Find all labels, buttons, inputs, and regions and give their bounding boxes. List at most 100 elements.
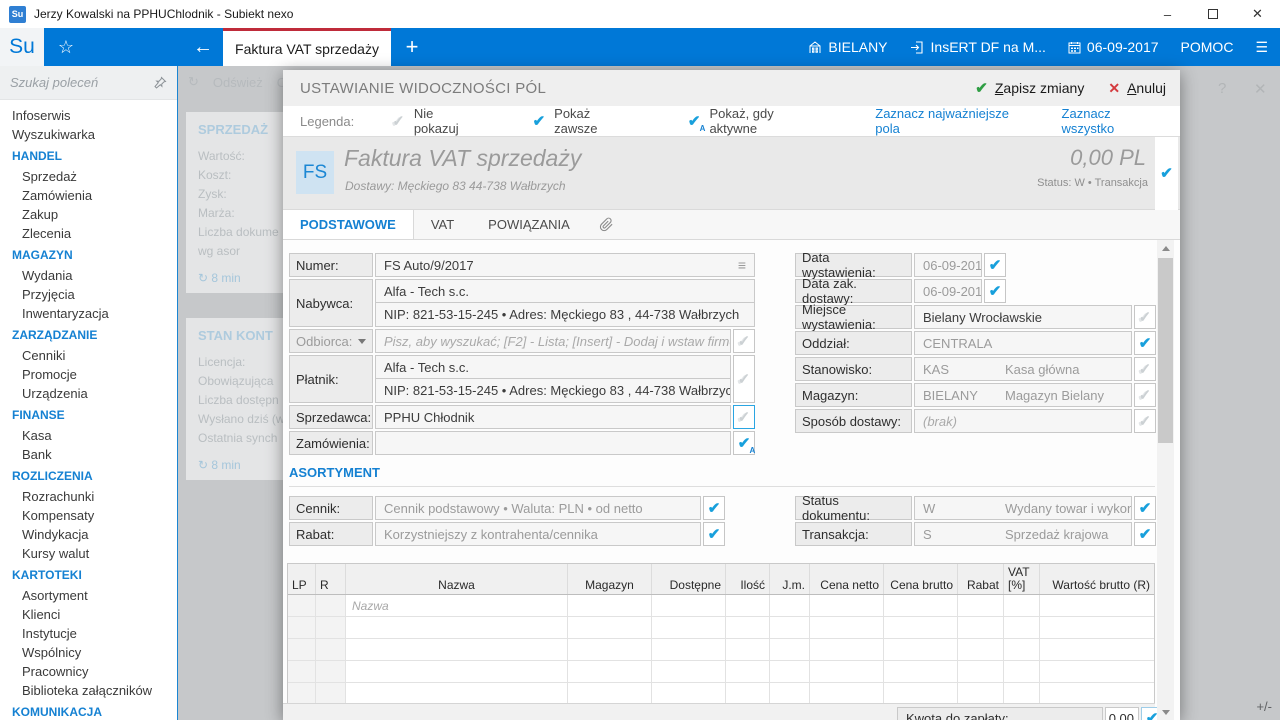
column-header-warto-brutto-r[interactable]: Wartość brutto (R) xyxy=(1040,564,1154,594)
column-header-j-m[interactable]: J.m. xyxy=(770,564,810,594)
sidebar-item-windykacja[interactable]: Windykacja xyxy=(0,525,177,544)
sidebar-item-sprzeda[interactable]: Sprzedaż xyxy=(0,167,177,186)
field-value-line1[interactable]: Alfa - Tech s.c. xyxy=(375,355,731,379)
visibility-checkbox[interactable]: ✓ xyxy=(1134,305,1156,329)
sidebar-item-klienci[interactable]: Klienci xyxy=(0,605,177,624)
sidebar-item-zlecenia[interactable]: Zlecenia xyxy=(0,224,177,243)
column-header-cena-netto[interactable]: Cena netto xyxy=(810,564,884,594)
sidebar-item-kursy-walut[interactable]: Kursy walut xyxy=(0,544,177,563)
visibility-checkbox[interactable]: ✔ xyxy=(1134,331,1156,355)
tab-powiazania[interactable]: POWIĄZANIA xyxy=(471,210,587,239)
field-menu-icon[interactable]: ≡ xyxy=(738,257,746,273)
field-value[interactable]: 06-09-2017 xyxy=(914,279,982,303)
scroll-up-icon[interactable] xyxy=(1157,240,1174,256)
close-button[interactable]: ✕ xyxy=(1235,0,1280,28)
back-arrow-icon[interactable]: ← xyxy=(183,28,223,66)
field-value[interactable]: BIELANYMagazyn Bielany xyxy=(914,383,1132,407)
tab-faktura-vat-sprzedazy[interactable]: Faktura VAT sprzedaży xyxy=(223,28,391,66)
sidebar-item-cenniki[interactable]: Cenniki xyxy=(0,346,177,365)
tab-podstawowe[interactable]: PODSTAWOWE xyxy=(283,210,414,239)
field-value[interactable]: FS Auto/9/2017≡ xyxy=(375,253,755,277)
command-search[interactable]: Szukaj poleceń xyxy=(0,66,177,100)
sidebar-item-urz-dzenia[interactable]: Urządzenia xyxy=(0,384,177,403)
sidebar-item-zakup[interactable]: Zakup xyxy=(0,205,177,224)
sidebar-item-biblioteka-za-cznik-w[interactable]: Biblioteka załączników xyxy=(0,681,177,700)
cancel-button[interactable]: ✕ Anuluj xyxy=(1108,80,1166,97)
tab-vat[interactable]: VAT xyxy=(414,210,471,239)
sidebar-item-kasa[interactable]: Kasa xyxy=(0,426,177,445)
field-value[interactable]: SSprzedaż krajowa xyxy=(914,522,1132,546)
visibility-checkbox[interactable]: ✓ xyxy=(733,405,755,429)
save-changes-button[interactable]: ✔ Zapisz zmiany xyxy=(975,79,1084,97)
column-header-rabat[interactable]: Rabat xyxy=(958,564,1004,594)
visibility-checkbox[interactable]: ✓ xyxy=(733,355,755,403)
sidebar-item-wydania[interactable]: Wydania xyxy=(0,266,177,285)
field-value[interactable]: Bielany Wrocławskie xyxy=(914,305,1132,329)
field-value-line1[interactable]: Alfa - Tech s.c. xyxy=(375,279,755,303)
column-header-nazwa[interactable]: Nazwa xyxy=(346,564,568,594)
visibility-checkbox[interactable]: ✔ xyxy=(703,496,725,520)
column-header-magazyn[interactable]: Magazyn xyxy=(568,564,652,594)
account-menu[interactable]: InsERT DF na M... xyxy=(910,39,1046,55)
field-value[interactable]: (brak) xyxy=(914,409,1132,433)
column-header-vat[interactable]: VAT [%] xyxy=(1004,564,1040,594)
sidebar-item-asortyment[interactable]: Asortyment xyxy=(0,586,177,605)
sidebar-item-infoserwis[interactable]: Infoserwis xyxy=(0,106,177,125)
column-header-ilo[interactable]: Ilość xyxy=(726,564,770,594)
field-value[interactable]: Alfa - Tech s.c.NIP: 821-53-15-245 • Adr… xyxy=(375,279,755,327)
select-important-fields-link[interactable]: Zaznacz najważniejsze pola xyxy=(875,106,1035,136)
table-cell[interactable]: Nazwa xyxy=(346,595,568,616)
field-value[interactable]: CENTRALA xyxy=(914,331,1132,355)
sidebar-item-przyj-cia[interactable]: Przyjęcia xyxy=(0,285,177,304)
scroll-down-icon[interactable] xyxy=(1157,704,1174,720)
column-header-cena-brutto[interactable]: Cena brutto xyxy=(884,564,958,594)
new-tab-button[interactable]: + xyxy=(391,28,433,66)
sidebar-item-pracownicy[interactable]: Pracownicy xyxy=(0,662,177,681)
visibility-checkbox[interactable]: ✔ xyxy=(733,431,755,455)
sidebar-item-promocje[interactable]: Promocje xyxy=(0,365,177,384)
sidebar-item-instytucje[interactable]: Instytucje xyxy=(0,624,177,643)
field-value[interactable]: 06-09-2017 xyxy=(914,253,982,277)
pin-icon[interactable] xyxy=(154,76,167,89)
sidebar-item-wyszukiwarka[interactable]: Wyszukiwarka xyxy=(0,125,177,144)
sidebar-item-inwentaryzacja[interactable]: Inwentaryzacja xyxy=(0,304,177,323)
search-input[interactable]: Szukaj poleceń xyxy=(10,75,154,90)
sidebar-item-kompensaty[interactable]: Kompensaty xyxy=(0,506,177,525)
field-value[interactable]: WWydany towar i wykonane u... xyxy=(914,496,1132,520)
favorites-star-icon[interactable]: ☆ xyxy=(44,28,88,66)
visibility-checkbox[interactable]: ✓ xyxy=(1134,383,1156,407)
help-menu[interactable]: POMOC xyxy=(1181,39,1234,55)
field-value[interactable]: Pisz, aby wyszukać; [F2] - Lista; [Inser… xyxy=(375,329,731,353)
sidebar-item-bank[interactable]: Bank xyxy=(0,445,177,464)
visibility-checkbox[interactable]: ✔ xyxy=(984,253,1006,277)
field-value[interactable]: Korzystniejszy z kontrahenta/cennika xyxy=(375,522,701,546)
field-value[interactable]: PPHU Chłodnik xyxy=(375,405,731,429)
date-selector[interactable]: 06-09-2017 xyxy=(1068,39,1159,55)
field-value-line2[interactable]: NIP: 821-53-15-245 • Adres: Męckiego 83 … xyxy=(375,303,755,327)
visibility-checkbox[interactable]: ✓ xyxy=(1134,409,1156,433)
visibility-checkbox[interactable]: ✔ xyxy=(1134,522,1156,546)
branch-selector[interactable]: BIELANY xyxy=(808,39,887,55)
visibility-checkbox[interactable]: ✓ xyxy=(1134,357,1156,381)
dropdown-chevron-icon[interactable] xyxy=(358,339,366,344)
field-value[interactable]: Alfa - Tech s.c.NIP: 821-53-15-245 • Adr… xyxy=(375,355,731,403)
sidebar-item-wsp-lnicy[interactable]: Wspólnicy xyxy=(0,643,177,662)
maximize-button[interactable] xyxy=(1190,0,1235,28)
select-all-link[interactable]: Zaznacz wszystko xyxy=(1062,106,1166,136)
field-value[interactable] xyxy=(375,431,731,455)
visibility-checkbox[interactable]: ✔ xyxy=(703,522,725,546)
visibility-checkbox[interactable]: ✓ xyxy=(733,329,755,353)
visibility-checkbox[interactable]: ✔ xyxy=(1134,496,1156,520)
header-visibility-checkbox[interactable]: ✔ xyxy=(1155,137,1178,210)
field-value-line2[interactable]: NIP: 821-53-15-245 • Adres: Męckiego 83 … xyxy=(375,379,731,403)
vertical-scrollbar[interactable] xyxy=(1157,240,1174,720)
field-value[interactable]: Cennik podstawowy • Waluta: PLN • od net… xyxy=(375,496,701,520)
column-header-dost-pne[interactable]: Dostępne xyxy=(652,564,726,594)
column-header-lp[interactable]: LP xyxy=(288,564,316,594)
hamburger-menu-icon[interactable]: ☰ xyxy=(1255,39,1268,56)
attachments-paperclip-icon[interactable] xyxy=(587,210,626,239)
sidebar-item-zam-wienia[interactable]: Zamówienia xyxy=(0,186,177,205)
field-value[interactable]: KASKasa główna xyxy=(914,357,1132,381)
minimize-button[interactable]: – xyxy=(1145,0,1190,28)
sidebar-item-rozrachunki[interactable]: Rozrachunki xyxy=(0,487,177,506)
